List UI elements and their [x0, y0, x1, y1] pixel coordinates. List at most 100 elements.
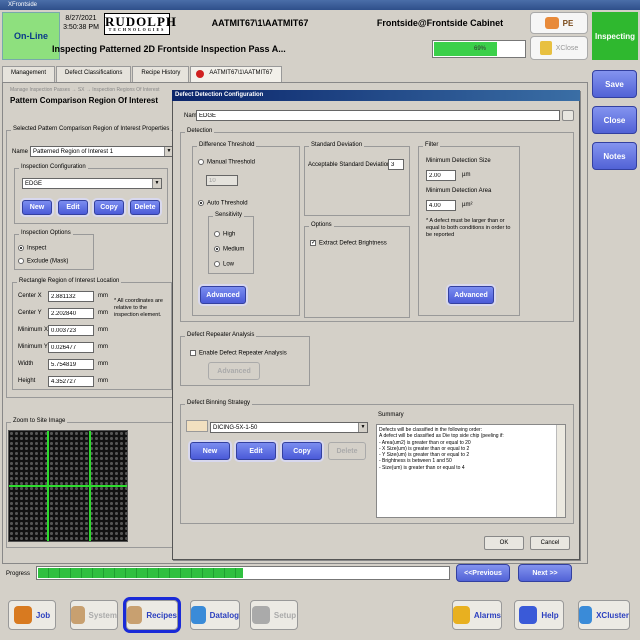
pe-button[interactable]: PE — [530, 12, 588, 34]
std-deviation-group: Standard Deviation — [304, 142, 410, 216]
tab-defect-classifications[interactable]: Defect Classifications — [56, 66, 132, 82]
tab-recipe[interactable]: AATMIT67\1\AATMIT67 — [190, 66, 282, 82]
cluster-icon — [579, 606, 593, 624]
summary-line: - Size(um) is greater than or equal to 4 — [379, 464, 465, 471]
recipes-icon — [127, 606, 143, 624]
date: 8/27/2021 — [65, 15, 97, 22]
system-icon — [71, 606, 85, 624]
binning-delete-button[interactable]: Delete — [328, 442, 366, 460]
radio-icon — [214, 261, 220, 267]
alarms-button[interactable]: Alarms — [452, 600, 502, 630]
tab-management[interactable]: Management — [2, 66, 56, 82]
tab-recipe-history[interactable]: Recipe History — [132, 66, 190, 82]
field-input[interactable] — [48, 308, 94, 319]
options-title: Options — [309, 222, 334, 228]
stop-icon — [196, 70, 205, 78]
manual-threshold-input[interactable] — [206, 175, 238, 186]
previous-button[interactable]: <<Previous — [456, 564, 510, 582]
gear-icon — [251, 606, 270, 624]
next-button[interactable]: Next >> — [518, 564, 572, 582]
repeater-checkbox[interactable]: Enable Defect Repeater Analysis — [190, 350, 287, 357]
binning-edit-button[interactable]: Edit — [236, 442, 276, 460]
dialog-name-input[interactable] — [196, 110, 560, 121]
radio-icon — [214, 231, 220, 237]
checkbox-checked-icon: ✓ — [310, 240, 317, 246]
dialog-name-browse[interactable] — [562, 110, 574, 121]
config-edit-button[interactable]: Edit — [58, 200, 88, 215]
config-copy-button[interactable]: Copy — [94, 200, 124, 215]
field-label: Center Y — [18, 310, 42, 316]
notes-button[interactable]: Notes — [592, 142, 637, 170]
system-button[interactable]: System — [70, 600, 118, 630]
close-button[interactable]: Close — [592, 106, 637, 134]
std-deviation-label: Acceptable Standard Deviation — [308, 162, 391, 168]
rudolph-logo: RUDOLPH TECHNOLOGIES — [104, 13, 176, 35]
min-size-input[interactable] — [426, 170, 456, 181]
dialog-title-bar: Defect Detection Configuration — [172, 90, 580, 101]
sensitivity-low-radio[interactable]: Low — [214, 261, 234, 268]
binning-copy-button[interactable]: Copy — [282, 442, 322, 460]
user-label: Frontside@Frontside Cabinet — [376, 18, 504, 28]
min-size-unit: µm — [462, 172, 471, 178]
exclude-radio[interactable]: Exclude (Mask) — [18, 258, 68, 265]
field-unit: mm — [98, 361, 108, 367]
min-size-label: Minimum Detection Size — [426, 158, 491, 164]
field-unit: mm — [98, 327, 108, 333]
field-input[interactable] — [48, 376, 94, 387]
field-label: Minimum Y — [18, 344, 48, 350]
cancel-button[interactable]: Cancel — [530, 536, 570, 550]
threshold-advanced-button[interactable]: Advanced — [200, 286, 246, 304]
save-button[interactable]: Save — [592, 70, 637, 98]
binning-icon — [186, 420, 208, 432]
ok-button[interactable]: OK — [484, 536, 524, 550]
detection-title: Detection — [185, 128, 215, 134]
tab-recipe-label: AATMIT67\1\AATMIT67 — [209, 70, 273, 76]
xclose-button[interactable]: XClose — [530, 36, 588, 60]
std-deviation-input[interactable] — [388, 159, 404, 170]
recipes-label: Recipes — [146, 610, 177, 620]
extract-brightness-checkbox[interactable]: ✓ Extract Defect Brightness — [310, 240, 387, 247]
manual-threshold-radio[interactable]: Manual Threshold — [198, 159, 255, 166]
users-icon — [544, 17, 559, 29]
inspection-options-title: Inspection Options — [19, 230, 73, 236]
field-input[interactable] — [48, 325, 94, 336]
repeater-advanced-button[interactable]: Advanced — [208, 362, 260, 380]
field-input[interactable] — [48, 342, 94, 353]
main-tabs: Management Defect Classifications Recipe… — [2, 66, 283, 82]
recipes-button[interactable]: Recipes — [126, 600, 178, 630]
min-area-input[interactable] — [426, 200, 456, 211]
binning-select[interactable]: DICING-5X-1-50 ▼ — [210, 422, 368, 433]
extract-brightness-label: Extract Defect Brightness — [319, 240, 387, 247]
field-label: Minimum X — [18, 327, 49, 333]
sensitivity-medium-radio[interactable]: Medium — [214, 246, 244, 253]
binning-new-button[interactable]: New — [190, 442, 230, 460]
state-inspecting: Inspecting — [592, 12, 638, 60]
lock-icon — [539, 41, 552, 55]
pe-label: PE — [562, 18, 574, 28]
xcluster-label: XCluster — [596, 610, 629, 620]
radio-icon — [198, 159, 204, 165]
auto-threshold-radio[interactable]: Auto Threshold — [198, 200, 248, 207]
filter-advanced-button[interactable]: Advanced — [448, 286, 494, 304]
std-deviation-title: Standard Deviation — [309, 142, 365, 148]
summary-scrollbar[interactable] — [556, 425, 565, 517]
config-new-button[interactable]: New — [22, 200, 52, 215]
inspect-radio[interactable]: Inspect — [18, 245, 46, 252]
setup-button[interactable]: Setup — [250, 600, 298, 630]
job-button[interactable]: Job — [8, 600, 56, 630]
xcluster-button[interactable]: XCluster — [578, 600, 630, 630]
datalog-button[interactable]: Datalog — [190, 600, 240, 630]
sensitivity-high-radio[interactable]: High — [214, 231, 235, 238]
config-select[interactable]: EDGE ▼ — [22, 178, 162, 189]
config-delete-button[interactable]: Delete — [130, 200, 160, 215]
roi-name-select[interactable]: Patterned Region of Interest 1 ▼ — [30, 146, 174, 157]
radio-icon — [18, 258, 24, 264]
field-input[interactable] — [48, 291, 94, 302]
chevron-down-icon: ▼ — [358, 423, 367, 432]
sensitivity-medium-label: Medium — [223, 246, 245, 253]
sensitivity-title: Sensitivity — [213, 212, 245, 218]
chevron-down-icon: ▼ — [152, 179, 161, 188]
help-button[interactable]: Help — [514, 600, 564, 630]
inspection-config-title: Inspection Configuration — [19, 164, 88, 170]
field-input[interactable] — [48, 359, 94, 370]
